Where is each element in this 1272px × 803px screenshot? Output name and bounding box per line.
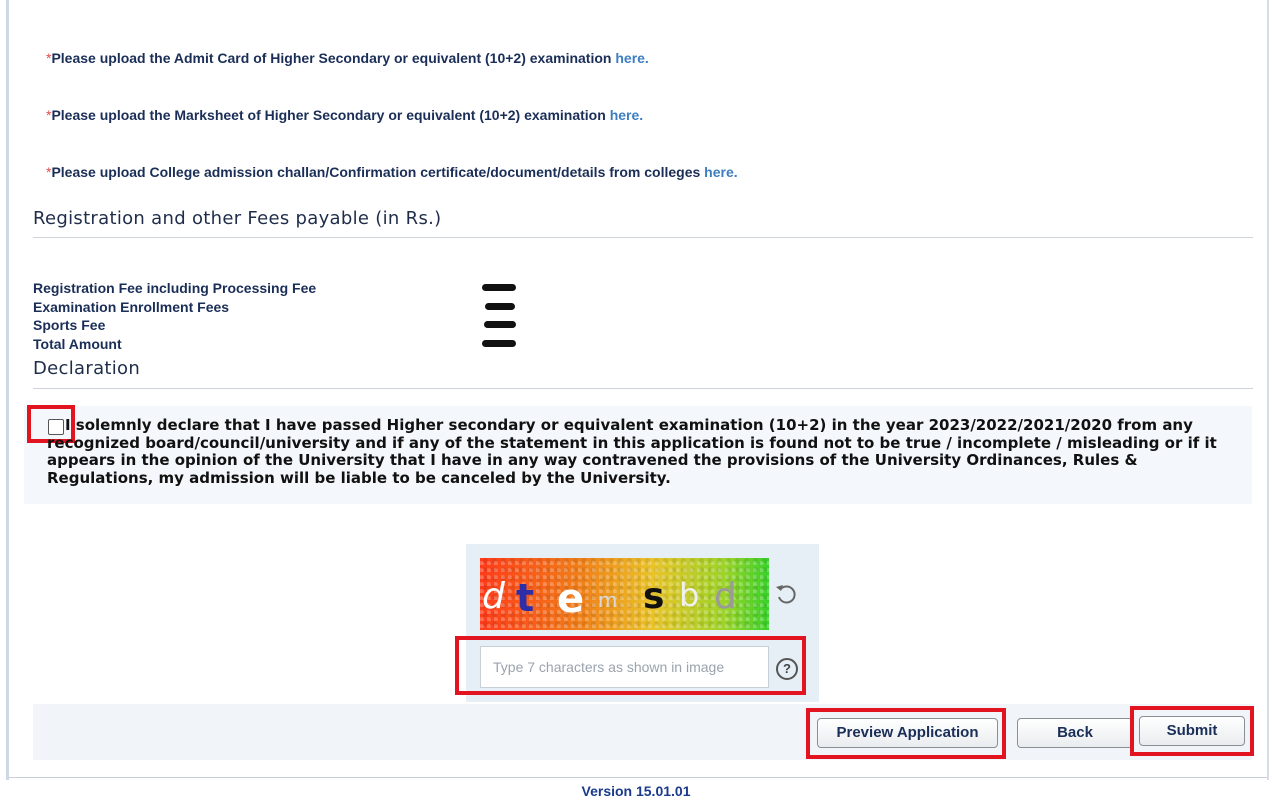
redacted-value [482, 279, 516, 298]
fee-label-enrollment: Examination Enrollment Fees [33, 298, 230, 315]
captcha-input-highlight [455, 636, 806, 695]
declaration-statement: I solemnly declare that I have passed Hi… [47, 416, 1217, 487]
upload-admit-card-line: *Please upload the Admit Card of Higher … [46, 50, 649, 66]
fees-section-title: Registration and other Fees payable (in … [33, 208, 442, 229]
upload-admission-line: *Please upload College admission challan… [46, 164, 738, 180]
section-divider [33, 237, 1253, 238]
upload-text: Please upload the Admit Card of Higher S… [51, 50, 612, 66]
footer-divider [9, 777, 1267, 778]
refresh-icon[interactable] [774, 582, 800, 608]
redacted-value [482, 335, 516, 354]
section-divider [33, 388, 1253, 389]
captcha-char: d [714, 576, 737, 617]
captcha-char: m [598, 588, 618, 612]
captcha-char: t [516, 576, 535, 620]
upload-marksheet-link[interactable]: here. [610, 107, 643, 123]
fee-label-registration: Registration Fee including Processing Fe… [33, 280, 317, 296]
upload-text: Please upload the Marksheet of Higher Se… [51, 107, 606, 123]
captcha-image: d t e m s b d [480, 558, 769, 630]
redacted-value [482, 298, 516, 317]
upload-admission-link[interactable]: here. [704, 164, 737, 180]
captcha-char: s [643, 576, 665, 617]
back-button[interactable]: Back [1017, 718, 1133, 748]
upload-admit-card-link[interactable]: here. [615, 50, 648, 66]
upload-marksheet-line: *Please upload the Marksheet of Higher S… [46, 107, 643, 123]
fee-labels: Registration Fee including Processing Fe… [33, 279, 316, 353]
right-border [1267, 0, 1269, 780]
declaration-text: I solemnly declare that I have passed Hi… [47, 416, 1247, 487]
captcha-char: b [679, 576, 700, 614]
preview-button-highlight [806, 708, 1006, 759]
fee-label-sports: Sports Fee [33, 317, 106, 333]
upload-text: Please upload College admission challan/… [51, 164, 701, 180]
version-label: Version 15.01.01 [581, 783, 691, 799]
captcha-char: d [482, 576, 505, 617]
captcha-char: e [557, 576, 585, 622]
fee-label-total: Total Amount [33, 335, 122, 352]
redacted-value [482, 316, 516, 335]
submit-button-highlight [1130, 706, 1254, 756]
left-border [6, 0, 9, 780]
fee-values-redacted [482, 279, 516, 353]
declaration-section-title: Declaration [33, 358, 141, 379]
refresh-icon-glyph [776, 585, 796, 604]
